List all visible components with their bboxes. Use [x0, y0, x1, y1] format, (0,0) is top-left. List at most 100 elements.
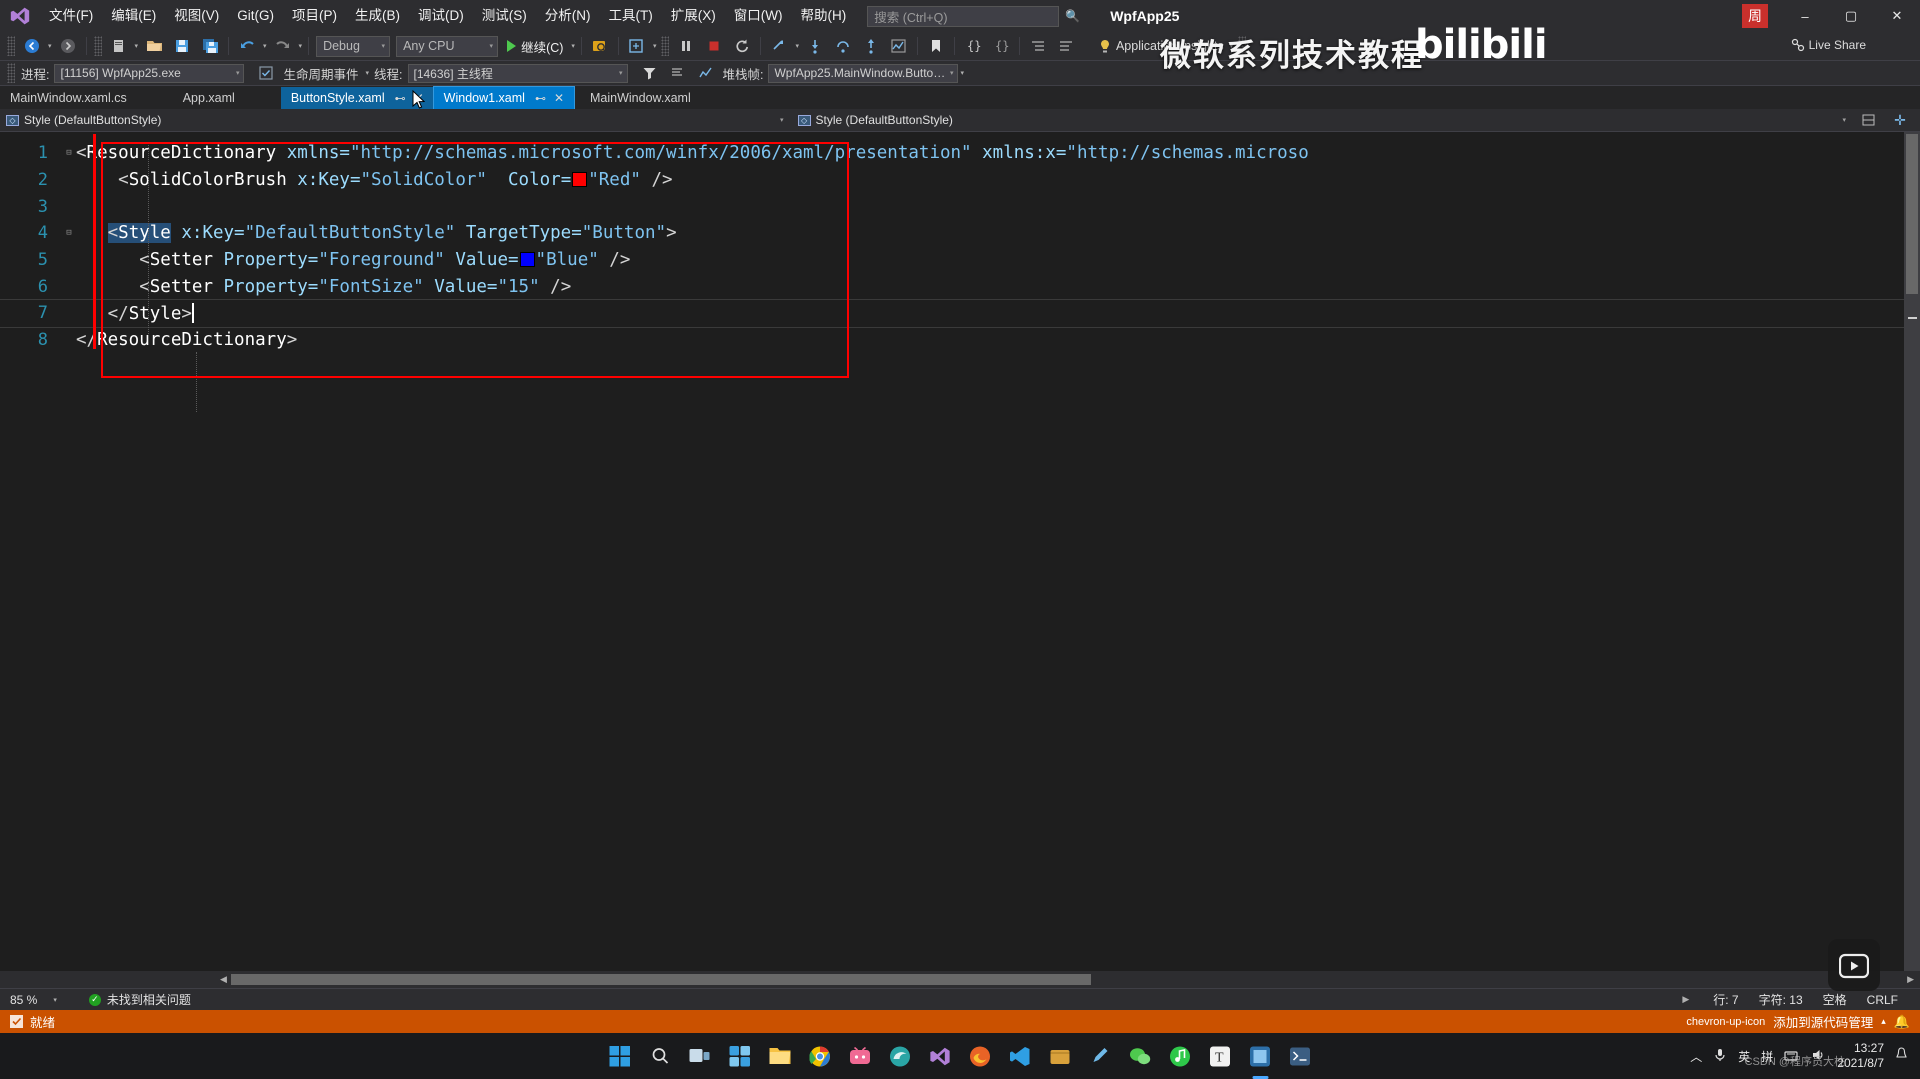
navigate-back-caret-icon[interactable]: ▾: [46, 42, 54, 50]
start-windows-icon[interactable]: [605, 1041, 636, 1072]
hscroll-right-arrow-icon[interactable]: ▶: [1901, 974, 1920, 985]
qq-music-icon[interactable]: [1165, 1041, 1196, 1072]
menu-item-tools[interactable]: 工具(T): [600, 0, 662, 32]
diagnostics-icon[interactable]: [885, 35, 913, 57]
user-avatar[interactable]: 周: [1742, 4, 1768, 28]
source-control-caret-icon[interactable]: ▴: [1881, 1016, 1886, 1027]
continue-caret-icon[interactable]: ▾: [569, 42, 577, 50]
tab-mainwindow-xaml[interactable]: MainWindow.xaml: [580, 87, 701, 109]
tab-app-xaml[interactable]: App.xaml: [172, 87, 245, 109]
step-out-icon[interactable]: [857, 35, 885, 57]
menu-item-extensions[interactable]: 扩展(X): [662, 0, 725, 32]
debug-toolbar-grip[interactable]: [7, 63, 15, 83]
next-statement-caret-icon[interactable]: ▾: [793, 42, 801, 50]
stackframe-extra-caret-icon[interactable]: ▾: [958, 69, 966, 77]
code-line-7[interactable]: 7 </Style>: [0, 299, 1920, 328]
tab-mainwindow-xaml-cs[interactable]: MainWindow.xaml.cs: [0, 87, 137, 109]
maximize-button[interactable]: ▢: [1828, 0, 1874, 32]
add-split-icon[interactable]: ✛: [1886, 109, 1914, 131]
close-button[interactable]: ✕: [1874, 0, 1920, 32]
stackframe-combo[interactable]: WpfApp25.MainWindow.Button_Click ▾: [768, 63, 959, 83]
navbar-split-caret-icon[interactable]: ▾: [780, 116, 784, 124]
indentation-status[interactable]: 空格: [1813, 991, 1857, 1008]
chrome-icon[interactable]: [805, 1041, 836, 1072]
toolbar-grip[interactable]: [7, 36, 15, 56]
platform-combo[interactable]: Any CPU ▾: [396, 35, 499, 57]
undo-icon[interactable]: [233, 35, 261, 57]
pin-icon-window1[interactable]: ⊷: [535, 92, 546, 105]
pen-icon[interactable]: [1085, 1041, 1116, 1072]
editor-horizontal-scroll-thumb[interactable]: [230, 974, 1091, 985]
show-next-statement-icon[interactable]: [765, 35, 793, 57]
new-project-icon[interactable]: [105, 35, 133, 57]
navbar-right-dropdown[interactable]: ◇ Style (DefaultButtonStyle): [792, 109, 959, 131]
save-all-icon[interactable]: [196, 35, 224, 57]
toolbar-grip-3[interactable]: [661, 36, 670, 56]
bookmark-icon[interactable]: [922, 35, 950, 57]
chevron-up-icon[interactable]: chevron-up-icon: [1686, 1016, 1765, 1028]
line-ending-status[interactable]: CRLF: [1857, 993, 1920, 1007]
tab-window1-xaml[interactable]: Window1.xaml ⊷ ✕: [432, 86, 576, 110]
code-line-4[interactable]: 4 ⊟ <Style x:Key="DefaultButtonStyle" Ta…: [0, 220, 1920, 247]
source-control-status[interactable]: chevron-up-icon 添加到源代码管理 ▴ 🔔: [1686, 1012, 1920, 1031]
visual-studio-icon-taskbar[interactable]: [925, 1041, 956, 1072]
code-line-2[interactable]: 2 <SolidColorBrush x:Key="SolidColor" Co…: [0, 167, 1920, 194]
firefox-icon[interactable]: [965, 1041, 996, 1072]
wechat-icon[interactable]: [1125, 1041, 1156, 1072]
redo-caret-icon[interactable]: ▾: [297, 42, 305, 50]
code-editor[interactable]: 1 ⊟ <ResourceDictionary xmlns="http://sc…: [0, 132, 1920, 971]
issues-status[interactable]: ✓ 未找到相关问题: [67, 991, 201, 1008]
search-input[interactable]: 搜索 (Ctrl+Q): [867, 5, 1060, 27]
bell-icon[interactable]: 🔔: [1894, 1014, 1910, 1030]
widgets-icon[interactable]: [725, 1041, 756, 1072]
store-icon[interactable]: [1045, 1041, 1076, 1072]
toolbar-grip-2[interactable]: [93, 36, 102, 56]
status-expand-icon[interactable]: ▶: [1668, 994, 1703, 1005]
thread-combo[interactable]: [14636] 主线程 ▾: [407, 63, 628, 83]
search-icon-taskbar[interactable]: [645, 1041, 676, 1072]
navigate-forward-icon[interactable]: [54, 35, 82, 57]
live-share-button[interactable]: Live Share: [1791, 38, 1866, 52]
outdent-icon[interactable]: [1052, 35, 1080, 57]
code-text-area[interactable]: 1 ⊟ <ResourceDictionary xmlns="http://sc…: [0, 132, 1920, 971]
navigate-back-icon[interactable]: [18, 35, 46, 57]
code-line-3[interactable]: 3: [0, 193, 1920, 220]
file-explorer-icon[interactable]: [765, 1041, 796, 1072]
fold-marker-4[interactable]: ⊟: [62, 228, 76, 238]
step-into-icon[interactable]: [801, 35, 829, 57]
open-file-icon[interactable]: [140, 35, 168, 57]
bilibili-icon[interactable]: [845, 1041, 876, 1072]
code-line-8[interactable]: 8 </ResourceDictionary>: [0, 327, 1920, 354]
mic-icon[interactable]: [1713, 1047, 1727, 1066]
redo-icon[interactable]: [269, 35, 297, 57]
menu-item-view[interactable]: 视图(V): [165, 0, 228, 32]
code-line-5[interactable]: 5 <Setter Property="Foreground" Value= "B…: [0, 247, 1920, 274]
vscode-icon[interactable]: [1005, 1041, 1036, 1072]
typora-icon[interactable]: T: [1205, 1041, 1236, 1072]
menu-item-test[interactable]: 测试(S): [473, 0, 536, 32]
close-icon-window1[interactable]: ✕: [554, 91, 564, 105]
menu-item-project[interactable]: 项目(P): [283, 0, 346, 32]
code-line-1[interactable]: 1 ⊟ <ResourceDictionary xmlns="http://sc…: [0, 140, 1920, 167]
restart-debug-icon[interactable]: [728, 35, 756, 57]
new-project-caret-icon[interactable]: ▾: [133, 42, 141, 50]
fold-marker-1[interactable]: ⊟: [62, 148, 76, 158]
filter-threads-icon[interactable]: [636, 62, 664, 84]
indent-icon[interactable]: [1024, 35, 1052, 57]
snipaste-icon[interactable]: [1245, 1041, 1276, 1079]
break-all-icon[interactable]: [672, 35, 700, 57]
attach-caret-icon[interactable]: ▾: [651, 42, 659, 50]
parallel-stacks-icon[interactable]: [692, 62, 720, 84]
edge-dev-icon[interactable]: [885, 1041, 916, 1072]
menu-item-file[interactable]: 文件(F): [40, 0, 102, 32]
step-over-icon[interactable]: [829, 35, 857, 57]
menu-item-debug[interactable]: 调试(D): [409, 0, 473, 32]
menu-item-git[interactable]: Git(G): [228, 0, 283, 32]
search-icon[interactable]: 🔍: [1065, 9, 1080, 23]
stop-debug-icon[interactable]: [700, 35, 728, 57]
save-icon[interactable]: [168, 35, 196, 57]
pin-icon-buttonstyle[interactable]: ⊷: [395, 92, 406, 105]
menu-item-edit[interactable]: 编辑(E): [102, 0, 165, 32]
zoom-level-combo[interactable]: 85 % ▾: [0, 993, 67, 1007]
menu-item-build[interactable]: 生成(B): [346, 0, 409, 32]
